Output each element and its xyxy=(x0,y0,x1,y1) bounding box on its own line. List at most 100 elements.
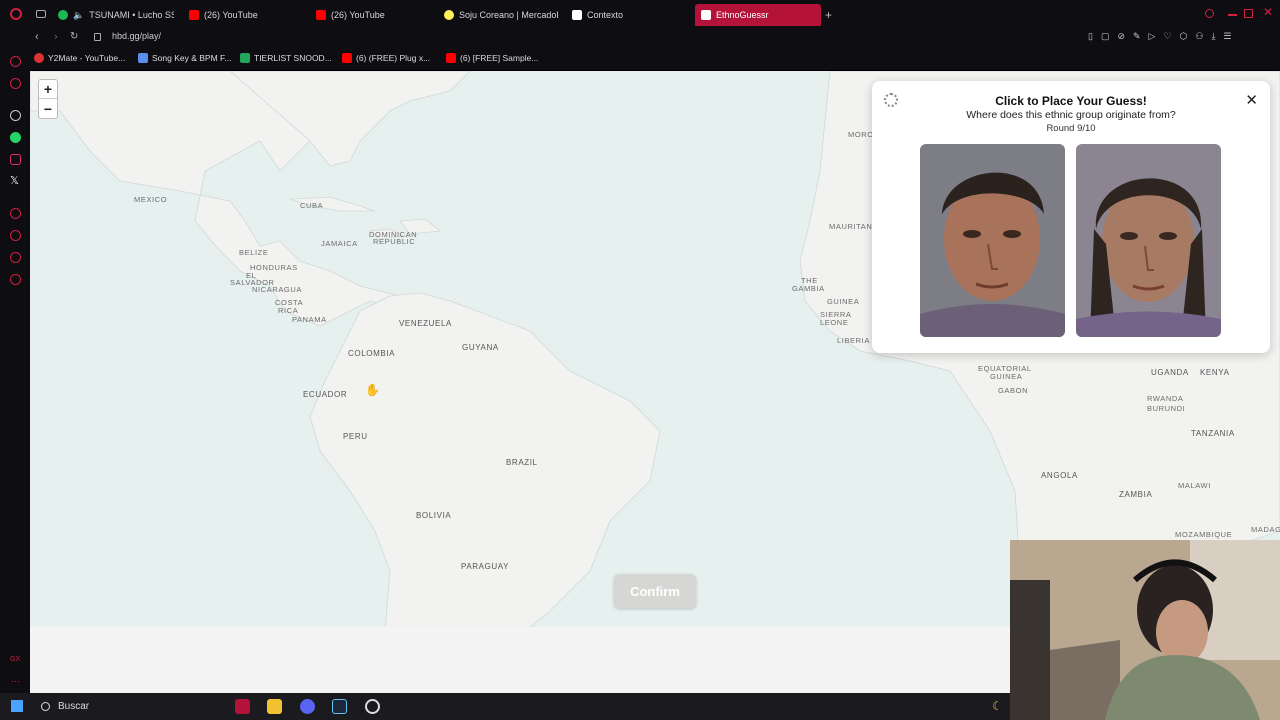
country-label: COLOMBIA xyxy=(348,349,396,358)
zoom-control: + − xyxy=(38,79,58,119)
bookmark-item[interactable]: Song Key & BPM F... xyxy=(138,53,231,63)
bookmark-item[interactable]: TIERLIST SNOOD... xyxy=(240,53,332,63)
male-face-image xyxy=(920,144,1065,337)
tab-contexto[interactable]: Contexto xyxy=(572,4,682,26)
bookmark-item[interactable]: (6) [FREE] Sample... xyxy=(446,53,538,63)
country-label: MEXICO xyxy=(134,195,168,204)
country-label: GABON xyxy=(998,386,1029,395)
country-label: PERU xyxy=(343,432,368,441)
toolbar-extension-icons[interactable]: ▯▢⊘✎▷♡⬡⚇⤓☰ xyxy=(1088,31,1240,42)
tab-overview-icon[interactable] xyxy=(36,10,46,18)
tab-label: Soju Coreano | MercadoLi... xyxy=(459,10,558,20)
opera-gx-taskbar-icon[interactable] xyxy=(235,699,250,714)
windows-taskbar: Buscar ☾ xyxy=(0,693,1010,720)
opera-logo-icon[interactable] xyxy=(10,8,22,20)
country-label: RICA xyxy=(278,306,299,315)
webcam-overlay xyxy=(1010,540,1280,720)
windows-start-icon[interactable] xyxy=(11,700,23,712)
country-label: KENYA xyxy=(1200,368,1230,377)
steam-icon[interactable] xyxy=(332,699,347,714)
flow-icon[interactable] xyxy=(10,56,21,67)
taskbar-search[interactable]: Buscar xyxy=(35,696,223,717)
tab-youtube-2[interactable]: (26) YouTube xyxy=(316,4,426,26)
contexto-icon xyxy=(572,10,582,20)
instagram-icon[interactable] xyxy=(10,154,21,165)
search-placeholder: Buscar xyxy=(58,701,90,712)
x-twitter-icon[interactable]: 𝕏 xyxy=(10,174,19,187)
back-icon[interactable]: ‹ xyxy=(35,31,39,43)
panel-title: Click to Place Your Guess! xyxy=(995,94,1147,108)
browser-tab-bar: 🔈 TSUNAMI • Lucho SSJ (26) YouTube (26) … xyxy=(0,0,1280,28)
female-face-image xyxy=(1076,144,1221,337)
bookmark-item[interactable]: Y2Mate - YouTube... xyxy=(34,53,125,63)
zoom-out-button[interactable]: − xyxy=(39,99,57,118)
youtube-icon xyxy=(189,10,199,20)
opera-taskbar-icon[interactable] xyxy=(365,699,380,714)
close-icon[interactable]: ✕ xyxy=(1245,91,1258,109)
reload-icon[interactable]: ↻ xyxy=(70,31,78,42)
file-explorer-icon[interactable] xyxy=(267,699,282,714)
ethnoguessr-icon xyxy=(701,10,711,20)
minimize-icon[interactable] xyxy=(1228,14,1237,16)
confirm-button[interactable]: Confirm xyxy=(614,574,696,608)
settings-icon[interactable] xyxy=(10,274,21,285)
youtube-icon xyxy=(446,53,456,63)
country-label: ZAMBIA xyxy=(1119,490,1153,499)
spotify-icon xyxy=(58,10,68,20)
country-label: GUINEA xyxy=(827,297,860,306)
country-label: BURUNDI xyxy=(1147,404,1186,413)
music-note-icon xyxy=(138,53,148,63)
panel-question: Where does this ethnic group originate f… xyxy=(966,109,1176,121)
zoom-in-button[interactable]: + xyxy=(39,80,57,99)
country-label: BOLIVIA xyxy=(416,511,452,520)
country-label: BRAZIL xyxy=(506,458,538,467)
country-label: REPUBLIC xyxy=(373,237,416,246)
url-field[interactable]: hbd.gg/play/ xyxy=(112,31,161,41)
new-tab-button[interactable]: + xyxy=(825,8,832,22)
moon-icon[interactable]: ☾ xyxy=(992,699,1003,713)
country-label: MADAG xyxy=(1251,525,1280,534)
country-label: LEONE xyxy=(820,318,849,327)
country-label: GUINEA xyxy=(990,372,1023,381)
speaker-icon[interactable]: 🔈 xyxy=(73,10,84,21)
bookmarks-bar: Y2Mate - YouTube... Song Key & BPM F... … xyxy=(0,48,1280,70)
country-label: TANZANIA xyxy=(1191,429,1235,438)
country-label: ECUADOR xyxy=(303,390,348,399)
country-label: GUYANA xyxy=(462,343,499,352)
discord-chrome-icon[interactable] xyxy=(300,699,315,714)
aria-icon[interactable] xyxy=(10,78,21,89)
country-label: MALAWI xyxy=(1178,481,1211,490)
tab-label: Contexto xyxy=(587,10,624,20)
more-icon[interactable]: ··· xyxy=(11,676,20,686)
round-counter: Round 9/10 xyxy=(1046,123,1096,134)
bookmark-item[interactable]: (6) (FREE) Plug x... xyxy=(342,53,430,63)
history-icon[interactable] xyxy=(10,230,21,241)
tab-mercadolibre[interactable]: Soju Coreano | MercadoLi... xyxy=(444,4,558,26)
maximize-icon[interactable] xyxy=(1244,9,1253,18)
download-icon[interactable] xyxy=(10,252,21,263)
search-icon xyxy=(41,702,50,711)
chatgpt-icon[interactable] xyxy=(10,110,21,121)
lock-icon xyxy=(94,33,101,41)
close-window-icon[interactable]: ✕ xyxy=(1263,5,1273,19)
forward-icon[interactable]: › xyxy=(54,31,58,43)
y2mate-icon xyxy=(34,53,44,63)
heart-icon[interactable] xyxy=(10,208,21,219)
tab-label: TSUNAMI • Lucho SSJ xyxy=(89,10,174,20)
gx-icon[interactable]: GX xyxy=(10,656,20,663)
address-bar: ‹ › ↻ hbd.gg/play/ ▯▢⊘✎▷♡⬡⚇⤓☰ xyxy=(0,28,1280,48)
browser-sidebar: 𝕏 GX ··· xyxy=(0,48,30,693)
youtube-icon xyxy=(342,53,352,63)
country-label: MOZAMBIQUE xyxy=(1175,530,1233,539)
country-label: NICARAGUA xyxy=(252,285,302,294)
country-label: HONDURAS xyxy=(250,263,298,272)
country-label: LIBERIA xyxy=(837,336,870,345)
tab-spotify[interactable]: 🔈 TSUNAMI • Lucho SSJ xyxy=(58,4,174,26)
guess-panel: Click to Place Your Guess! Where does th… xyxy=(872,81,1270,353)
tab-youtube-1[interactable]: (26) YouTube xyxy=(189,4,299,26)
country-label: MAURITAN xyxy=(829,222,873,231)
country-label: VENEZUELA xyxy=(399,319,452,328)
search-icon[interactable] xyxy=(1205,9,1214,18)
tab-ethnoguessr[interactable]: EthnoGuessr xyxy=(695,4,821,26)
whatsapp-icon[interactable] xyxy=(10,132,21,143)
